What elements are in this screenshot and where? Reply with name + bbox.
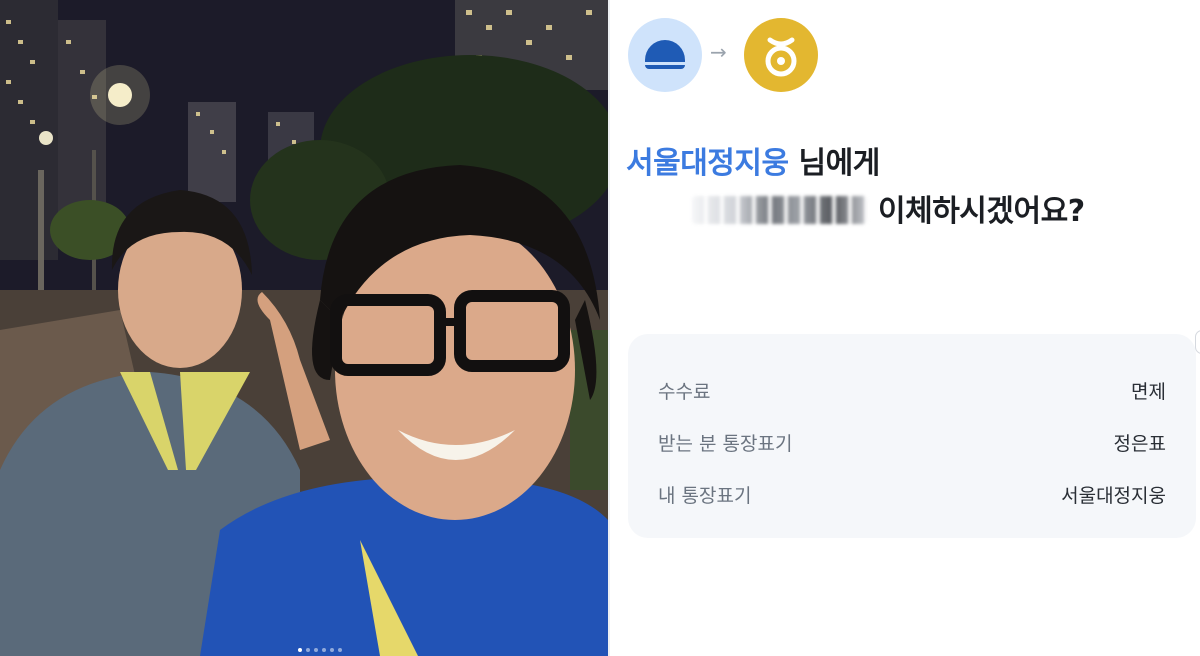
- detail-row-my-memo[interactable]: 내 통장표기 서울대정지웅: [658, 468, 1166, 520]
- carousel-dot[interactable]: [338, 648, 342, 652]
- transfer-confirm-panel: → 서울대정지웅 님에게 이체하시겠어요? 수수료 면제 받는 분 통장표기 정…: [610, 0, 1200, 656]
- detail-label: 받는 분 통장표기: [658, 432, 793, 455]
- bank-dome-logo-icon: [628, 18, 702, 92]
- detail-value: 면제: [1131, 380, 1166, 403]
- carousel-dot[interactable]: [322, 648, 326, 652]
- carousel-dot[interactable]: [330, 648, 334, 652]
- photo-scene: [0, 0, 608, 656]
- detail-value[interactable]: 서울대정지웅: [1061, 481, 1166, 508]
- recipient-suffix: 님에게: [788, 146, 881, 181]
- masked-amount: [692, 196, 868, 224]
- transfer-question: 서울대정지웅 님에게 이체하시겠어요?: [626, 140, 1186, 236]
- carousel-dot[interactable]: [298, 648, 302, 652]
- carousel-dot[interactable]: [306, 648, 310, 652]
- transfer-details-card: 수수료 면제 받는 분 통장표기 정은표 내 통장표기 서울대정지웅: [628, 334, 1196, 538]
- transfer-question-text: 이체하시겠어요?: [878, 194, 1085, 229]
- detail-row-fee: 수수료 면제: [658, 364, 1166, 416]
- detail-value[interactable]: 정은표: [1114, 429, 1166, 456]
- carousel-indicator[interactable]: [298, 648, 342, 652]
- detail-label: 수수료: [658, 380, 711, 403]
- carousel-dot[interactable]: [314, 648, 318, 652]
- bank-coin-logo-icon: [744, 18, 818, 92]
- arrow-right-icon: →: [710, 40, 727, 64]
- selfie-photo: [0, 0, 608, 656]
- scroll-handle[interactable]: [1195, 330, 1200, 354]
- detail-row-recipient-memo[interactable]: 받는 분 통장표기 정은표: [658, 416, 1166, 468]
- recipient-name: 서울대정지웅: [626, 146, 789, 181]
- detail-label: 내 통장표기: [658, 484, 752, 507]
